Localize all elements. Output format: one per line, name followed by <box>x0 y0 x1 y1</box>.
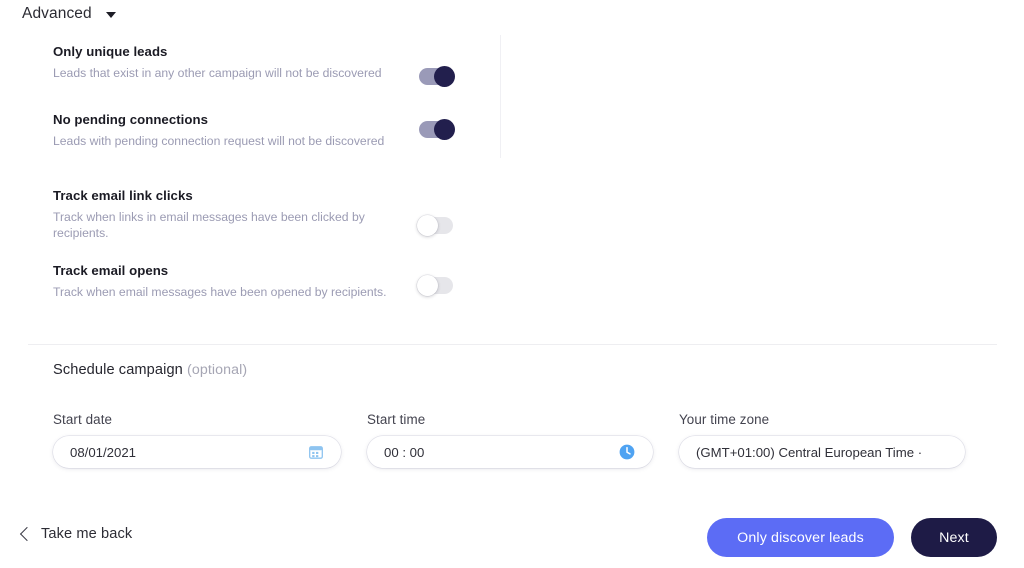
setting-row-track-email-opens: Track email opens Track when email messa… <box>53 263 453 309</box>
toggle-knob <box>417 215 438 236</box>
start-date-value: 08/01/2021 <box>70 444 137 460</box>
schedule-campaign-title: Schedule campaign (optional) <box>53 362 247 378</box>
toggle-knob <box>417 275 438 296</box>
start-time-field: Start time 00 : 00 <box>367 412 653 468</box>
advanced-section-header[interactable]: Advanced <box>22 0 116 28</box>
toggle-track-email-link-clicks[interactable] <box>417 215 453 236</box>
setting-title: Only unique leads <box>53 44 168 59</box>
toggle-knob <box>434 119 455 140</box>
setting-title: Track email opens <box>53 263 169 279</box>
vertical-divider <box>500 35 501 158</box>
horizontal-divider <box>28 344 997 345</box>
start-date-field: Start date 08/01/2021 <box>53 412 341 468</box>
setting-row-only-unique-leads: Only unique leads Leads that exist in an… <box>53 44 453 90</box>
page-title: Advanced <box>22 5 92 22</box>
start-time-input[interactable]: 00 : 00 <box>367 436 653 468</box>
time-zone-value: (GMT+01:00) Central European Time · <box>696 444 923 460</box>
setting-description: Track when links in email messages have … <box>53 210 365 240</box>
lead-filter-group: Only unique leads Leads that exist in an… <box>53 44 453 158</box>
take-me-back-button[interactable]: Take me back <box>19 526 133 542</box>
chevron-left-icon <box>19 526 35 542</box>
start-time-value: 00 : 00 <box>384 444 425 460</box>
setting-title: Track email link clicks <box>53 188 193 203</box>
setting-row-track-email-link-clicks: Track email link clicks Track when links… <box>53 188 453 241</box>
chevron-down-icon[interactable] <box>105 12 116 18</box>
only-discover-leads-button[interactable]: Only discover leads <box>707 518 894 557</box>
setting-description: Leads that exist in any other campaign w… <box>53 66 382 80</box>
calendar-icon[interactable] <box>309 445 323 459</box>
toggle-track-email-opens[interactable] <box>417 275 453 296</box>
toggle-no-pending-connections[interactable] <box>419 119 455 140</box>
time-zone-field: Your time zone (GMT+01:00) Central Europ… <box>679 412 965 468</box>
schedule-optional-label: (optional) <box>187 362 248 378</box>
next-button[interactable]: Next <box>911 518 997 557</box>
take-me-back-label: Take me back <box>41 526 133 542</box>
start-date-input[interactable]: 08/01/2021 <box>53 436 341 468</box>
time-zone-select[interactable]: (GMT+01:00) Central European Time · <box>679 436 965 468</box>
email-tracking-group: Track email link clicks Track when links… <box>53 188 453 309</box>
start-date-label: Start date <box>53 412 113 427</box>
setting-row-no-pending-connections: No pending connections Leads with pendin… <box>53 112 453 158</box>
setting-description: Track when email messages have been open… <box>53 285 387 300</box>
toggle-only-unique-leads[interactable] <box>419 66 455 87</box>
start-time-label: Start time <box>367 412 426 427</box>
time-zone-label: Your time zone <box>679 412 770 427</box>
clock-icon[interactable] <box>619 444 635 460</box>
setting-description: Leads with pending connection request wi… <box>53 134 385 148</box>
schedule-campaign-label: Schedule campaign <box>53 362 183 378</box>
toggle-knob <box>434 66 455 87</box>
setting-title: No pending connections <box>53 112 208 127</box>
